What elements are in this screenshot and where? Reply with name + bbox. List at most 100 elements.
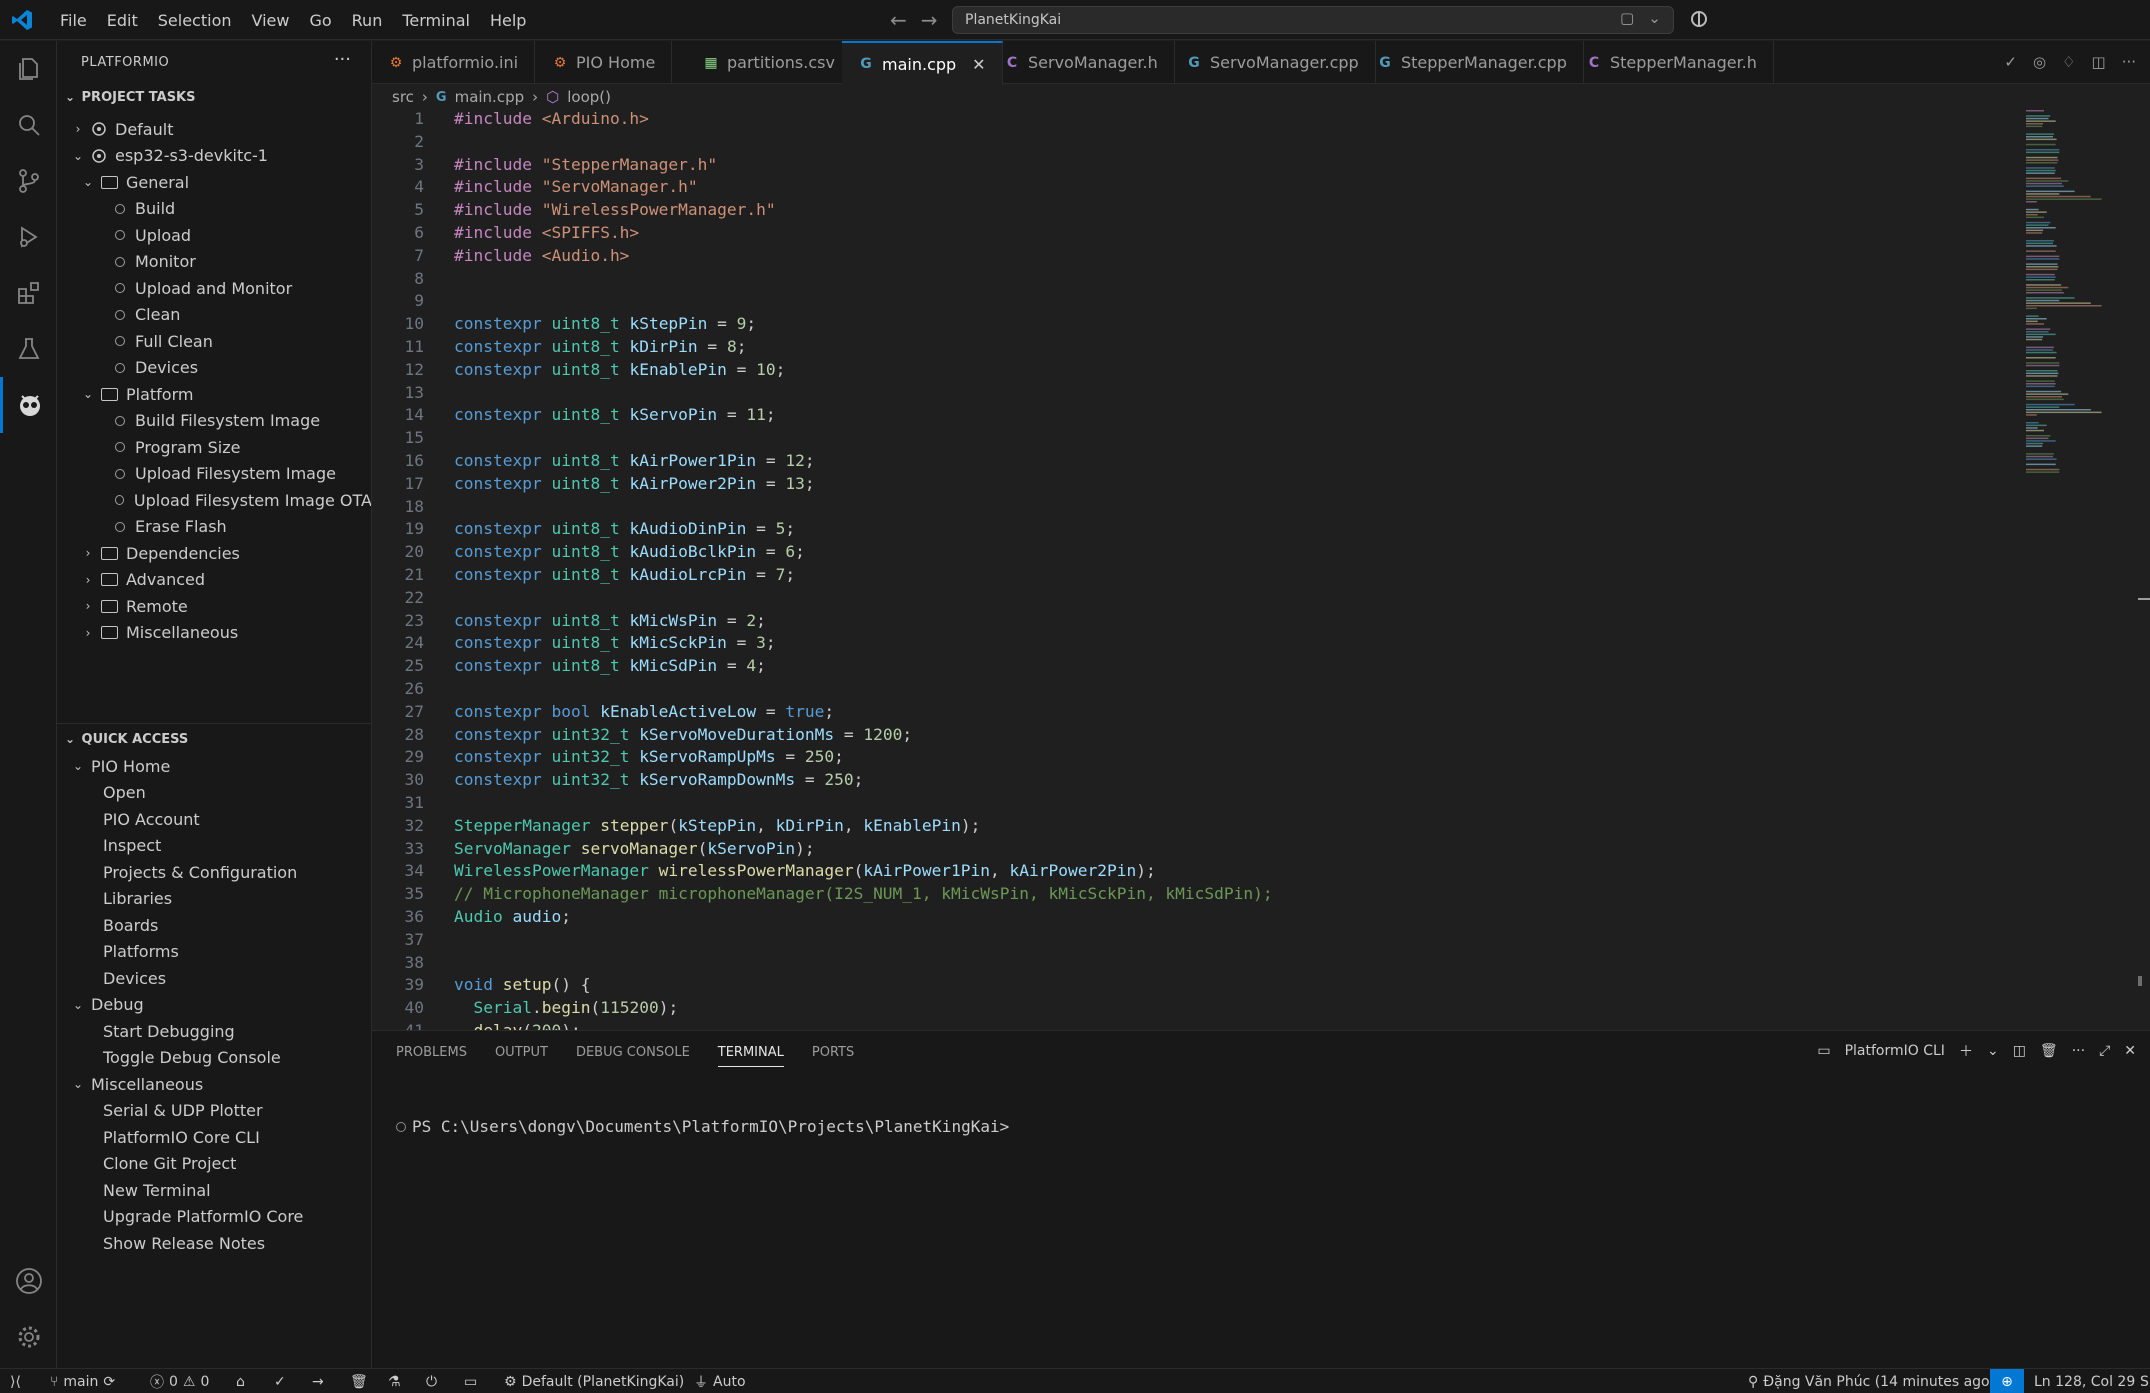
status-trailing[interactable]: S <box>2140 1369 2149 1393</box>
cursor-position[interactable]: Ln 128, Col 29 <box>2034 1369 2135 1393</box>
problems-item[interactable]: ⓧ 0 ⚠ 0 <box>150 1369 209 1393</box>
task-erase-flash[interactable]: Erase Flash <box>57 514 371 540</box>
more-icon[interactable]: ··· <box>2122 53 2136 71</box>
qa-item[interactable]: Clone Git Project <box>57 1151 371 1177</box>
task-clean[interactable]: Clean <box>57 302 371 328</box>
port-item[interactable]: ⏚ Auto <box>694 1369 746 1393</box>
pio-monitor-icon[interactable]: ⏻ <box>426 1369 437 1393</box>
trash-icon[interactable]: 🗑 <box>2040 1043 2058 1059</box>
project-tasks-header[interactable]: ⌄ PROJECT TASKS <box>57 85 371 109</box>
pio-test-icon[interactable]: ⚗ <box>388 1369 401 1393</box>
qa-item[interactable]: Upgrade PlatformIO Core <box>57 1204 371 1230</box>
menu-run[interactable]: Run <box>342 11 393 30</box>
task-env-default[interactable]: › Default <box>57 116 371 142</box>
pio-env-item[interactable]: ⚙ Default (PlanetKingKai) <box>504 1369 684 1393</box>
qa-item[interactable]: PIO Account <box>57 806 371 832</box>
check-icon[interactable]: ✓ <box>2004 53 2017 71</box>
qa-miscellaneous[interactable]: ⌄ Miscellaneous <box>57 1071 371 1097</box>
chat-icon[interactable]: ▢ <box>1620 9 1634 27</box>
back-arrow-icon[interactable]: ← <box>890 8 907 32</box>
task-upload-and-monitor[interactable]: Upload and Monitor <box>57 275 371 301</box>
chevron-right-icon[interactable]: › <box>81 546 95 560</box>
panel-tab-debug-console[interactable]: DEBUG CONSOLE <box>576 1045 690 1067</box>
pio-terminal-icon[interactable]: ▭ <box>464 1369 477 1393</box>
task-folder-general[interactable]: ⌄ General <box>57 169 371 195</box>
new-terminal-icon[interactable]: ＋ <box>1959 1041 1973 1061</box>
task-folder-remote[interactable]: › Remote <box>57 593 371 619</box>
platformio-icon[interactable] <box>0 377 57 433</box>
chevron-down-icon[interactable]: ⌄ <box>71 1077 85 1091</box>
quick-access-header[interactable]: ⌄ QUICK ACCESS <box>57 727 371 751</box>
menu-terminal[interactable]: Terminal <box>392 11 480 30</box>
pio-upload-icon[interactable]: → <box>312 1369 324 1393</box>
chevron-right-icon[interactable]: › <box>71 122 85 136</box>
chevron-down-icon[interactable]: ⌄ <box>71 149 85 163</box>
close-panel-icon[interactable]: ✕ <box>2124 1043 2136 1059</box>
split-editor-icon[interactable]: ◫ <box>2092 53 2106 71</box>
code-editor[interactable]: 1 #include <Arduino.h> 2 3 #include "Stepper… <box>372 108 2017 1030</box>
run-debug-icon[interactable] <box>0 209 57 265</box>
breadcrumb-folder[interactable]: src <box>392 88 414 106</box>
qa-item[interactable]: Boards <box>57 912 371 938</box>
copilot-chat-icon[interactable]: ◎ <box>2033 53 2046 71</box>
qa-item[interactable]: Inspect <box>57 833 371 859</box>
tab-platformio-ini[interactable]: ⚙ platformio.ini <box>372 41 536 84</box>
task-env-esp32[interactable]: ⌄ esp32-s3-devkitc-1 <box>57 143 371 169</box>
extensions-icon[interactable] <box>0 265 57 321</box>
tab-servomanager-cpp[interactable]: G ServoManager.cpp <box>1170 41 1376 84</box>
menu-go[interactable]: Go <box>299 11 341 30</box>
chevron-down-icon[interactable]: ⌄ <box>71 998 85 1012</box>
qa-item[interactable]: New Terminal <box>57 1177 371 1203</box>
close-icon[interactable]: ✕ <box>972 55 985 74</box>
pio-build-icon[interactable]: ✓ <box>274 1369 286 1393</box>
chevron-down-icon[interactable]: ⌄ <box>81 387 95 401</box>
tab-pio-home[interactable]: ⚙ PIO Home <box>536 41 673 84</box>
tab-servomanager-h[interactable]: C ServoManager.h <box>988 41 1175 84</box>
task-folder-dependencies[interactable]: › Dependencies <box>57 540 371 566</box>
tab-partitions-csv[interactable]: ▦ partitions.csv <box>687 41 852 84</box>
qa-item[interactable]: Serial & UDP Plotter <box>57 1098 371 1124</box>
qa-pio-home[interactable]: ⌄ PIO Home <box>57 753 371 779</box>
menu-file[interactable]: File <box>50 11 97 30</box>
tab-steppermanager-cpp[interactable]: G StepperManager.cpp <box>1361 41 1584 84</box>
branch-item[interactable]: ⑂ main ⟳ <box>50 1369 115 1393</box>
task-devices[interactable]: Devices <box>57 355 371 381</box>
panel-tab-problems[interactable]: PROBLEMS <box>396 1045 467 1067</box>
more-actions-icon[interactable]: ··· <box>334 49 351 70</box>
task-full-clean[interactable]: Full Clean <box>57 328 371 354</box>
search-icon[interactable] <box>0 97 57 153</box>
more-icon[interactable]: ··· <box>2072 1043 2085 1059</box>
task-monitor[interactable]: Monitor <box>57 249 371 275</box>
qa-item[interactable]: Projects & Configuration <box>57 859 371 885</box>
chevron-right-icon[interactable]: › <box>81 626 95 640</box>
menu-edit[interactable]: Edit <box>97 11 148 30</box>
testing-icon[interactable] <box>0 321 57 377</box>
command-center-search[interactable]: PlanetKingKai <box>952 6 1674 34</box>
task-folder-advanced[interactable]: › Advanced <box>57 567 371 593</box>
qa-debug[interactable]: ⌄ Debug <box>57 992 371 1018</box>
split-terminal-icon[interactable]: ◫ <box>2013 1043 2026 1059</box>
breadcrumb-file[interactable]: main.cpp <box>455 88 525 106</box>
task-build-filesystem-image[interactable]: Build Filesystem Image <box>57 408 371 434</box>
tab-main-cpp[interactable]: Gmain.cpp ✕ <box>842 41 1003 85</box>
remote-icon[interactable]: ⟩⟨ <box>10 1369 21 1393</box>
menu-selection[interactable]: Selection <box>148 11 242 30</box>
chevron-down-icon[interactable]: ⌄ <box>71 759 85 773</box>
qa-item[interactable]: Show Release Notes <box>57 1230 371 1256</box>
panel-tab-ports[interactable]: PORTS <box>812 1045 854 1067</box>
pio-clean-icon[interactable]: 🗑 <box>350 1369 368 1393</box>
minimap[interactable] <box>2020 108 2138 508</box>
panel-tab-terminal[interactable]: TERMINAL <box>717 1045 784 1067</box>
task-build[interactable]: Build <box>57 196 371 222</box>
menu-view[interactable]: View <box>242 11 300 30</box>
accounts-icon[interactable] <box>0 1253 57 1309</box>
pio-home-icon[interactable]: ⌂ <box>236 1369 245 1393</box>
sync-icon[interactable]: ⟳ <box>103 1374 115 1390</box>
breadcrumb-symbol[interactable]: loop() <box>567 88 611 106</box>
chevron-right-icon[interactable]: › <box>81 599 95 613</box>
manage-gear-icon[interactable] <box>0 1309 57 1365</box>
explorer-icon[interactable] <box>0 41 57 97</box>
qa-item[interactable]: Toggle Debug Console <box>57 1045 371 1071</box>
qa-item[interactable]: Start Debugging <box>57 1018 371 1044</box>
chevron-down-icon[interactable]: ⌄ <box>81 175 95 189</box>
